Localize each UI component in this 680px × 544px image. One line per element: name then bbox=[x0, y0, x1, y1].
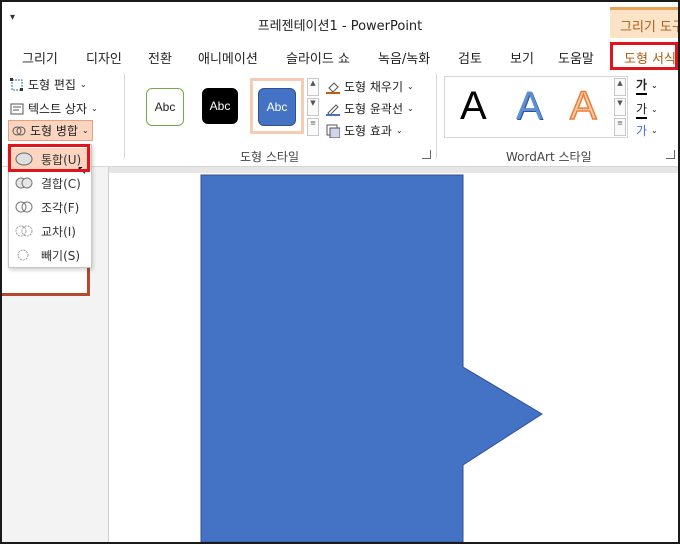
tab-slideshow[interactable]: 슬라이드 쇼 bbox=[286, 48, 350, 67]
group-separator bbox=[124, 74, 125, 158]
combine-icon bbox=[15, 176, 33, 190]
merge-shapes-label: 도형 병합 bbox=[30, 124, 78, 138]
window-title: 프레젠테이션1 - PowerPoint bbox=[257, 19, 423, 34]
text-effects-glyph: 가 bbox=[636, 124, 648, 138]
highlight-shape-format-tab bbox=[610, 42, 678, 70]
wordart-scroll-up[interactable]: ▲ bbox=[614, 78, 626, 96]
menu-item-intersect[interactable]: 교차(I) bbox=[9, 220, 91, 242]
chevron-down-icon: ⌄ bbox=[81, 126, 89, 135]
menu-item-label: 교차(I) bbox=[41, 224, 76, 239]
blue-shape bbox=[200, 174, 543, 542]
shape-style-outline[interactable]: Abc bbox=[146, 88, 184, 126]
chevron-down-icon: ⌄ bbox=[651, 81, 658, 90]
text-box-label: 텍스트 상자 bbox=[28, 102, 88, 116]
tab-review[interactable]: 검토 bbox=[458, 48, 482, 67]
paint-bucket-icon bbox=[326, 80, 340, 94]
text-box-button[interactable]: 텍스트 상자 ⌄ bbox=[10, 100, 98, 117]
chevron-down-icon: ⌄ bbox=[407, 104, 414, 113]
gallery-scroll-down[interactable]: ▼ bbox=[307, 98, 319, 116]
ribbon: 도형 편집 ⌄ 텍스트 상자 ⌄ 도형 병합 ⌄ Abc Abc Abc ▲ ▼… bbox=[2, 70, 678, 167]
menu-item-label: 조각(F) bbox=[41, 200, 80, 215]
highlight-union-item bbox=[8, 144, 90, 172]
shape-styles-group-label: 도형 스타일 bbox=[240, 150, 300, 164]
slide[interactable] bbox=[109, 173, 678, 542]
shape-fill-label: 도형 채우기 bbox=[344, 80, 404, 94]
menu-item-subtract[interactable]: 빼기(S) bbox=[9, 244, 91, 266]
edit-shape-button[interactable]: 도형 편집 ⌄ bbox=[10, 76, 87, 93]
wordart-style-orange[interactable]: A bbox=[569, 83, 597, 129]
wordart-scroll-down[interactable]: ▼ bbox=[614, 98, 626, 116]
shape-effects-button[interactable]: 도형 효과 ⌄ bbox=[326, 122, 403, 139]
chevron-down-icon: ⌄ bbox=[651, 105, 658, 114]
chevron-down-icon: ⌄ bbox=[407, 82, 414, 91]
tab-transitions[interactable]: 전환 bbox=[148, 48, 172, 67]
merge-shapes-button[interactable]: 도형 병합 ⌄ bbox=[8, 120, 93, 141]
slide-canvas bbox=[109, 167, 678, 542]
title-bar: ▾ 프레젠테이션1 - PowerPoint 그리기 도구 bbox=[2, 2, 678, 38]
gallery-scroll-up[interactable]: ▲ bbox=[307, 78, 319, 96]
tab-help[interactable]: 도움말 bbox=[558, 48, 594, 67]
shape-fill-button[interactable]: 도형 채우기 ⌄ bbox=[326, 78, 414, 95]
shape-style-blue[interactable]: Abc bbox=[258, 88, 296, 126]
edit-points-icon bbox=[10, 77, 24, 92]
tab-recording[interactable]: 녹음/녹화 bbox=[378, 48, 430, 67]
fragment-icon bbox=[15, 200, 33, 214]
wordart-style-black[interactable]: A bbox=[460, 84, 487, 129]
chevron-down-icon: ⌄ bbox=[79, 80, 87, 89]
dialog-launcher-icon[interactable] bbox=[666, 150, 675, 159]
chevron-down-icon: ⌄ bbox=[91, 104, 98, 113]
pen-icon bbox=[326, 102, 340, 116]
wordart-style-blue[interactable]: A bbox=[516, 84, 543, 129]
menu-item-fragment[interactable]: 조각(F) bbox=[9, 196, 91, 218]
wordart-more[interactable]: ≡ bbox=[614, 118, 626, 136]
shape-outline-label: 도형 윤곽선 bbox=[344, 102, 404, 116]
ribbon-tabs: 그리기 디자인 전환 애니메이션 슬라이드 쇼 녹음/녹화 검토 보기 도움말 … bbox=[2, 38, 678, 70]
tab-view[interactable]: 보기 bbox=[510, 48, 534, 67]
merge-shapes-icon bbox=[12, 124, 26, 138]
wordart-group-label: WordArt 스타일 bbox=[506, 150, 592, 164]
text-outline-button[interactable]: 가 ⌄ bbox=[636, 100, 658, 119]
edit-shape-label: 도형 편집 bbox=[28, 78, 76, 92]
shape-outline-button[interactable]: 도형 윤곽선 ⌄ bbox=[326, 100, 414, 117]
merged-shape-svg bbox=[200, 174, 543, 542]
gallery-more[interactable]: ≡ bbox=[307, 118, 319, 136]
dialog-launcher-icon[interactable] bbox=[422, 150, 431, 159]
chevron-down-icon: ⌄ bbox=[395, 126, 403, 135]
text-box-icon bbox=[10, 102, 24, 116]
menu-item-label: 빼기(S) bbox=[41, 248, 81, 263]
group-separator bbox=[436, 74, 437, 158]
app-window: ▾ 프레젠테이션1 - PowerPoint 그리기 도구 그리기 디자인 전환… bbox=[0, 0, 680, 544]
tab-design[interactable]: 디자인 bbox=[86, 48, 122, 67]
effects-icon bbox=[326, 124, 341, 138]
tab-draw[interactable]: 그리기 bbox=[22, 48, 58, 67]
chevron-down-icon: ⌄ bbox=[651, 126, 658, 135]
text-fill-button[interactable]: 가 ⌄ bbox=[636, 76, 658, 95]
text-outline-glyph: 가 bbox=[636, 100, 648, 119]
text-effects-button[interactable]: 가 ⌄ bbox=[636, 122, 658, 139]
intersect-icon bbox=[15, 224, 33, 238]
tab-animations[interactable]: 애니메이션 bbox=[198, 48, 258, 67]
menu-item-label: 결합(C) bbox=[41, 176, 81, 191]
subtract-icon bbox=[15, 248, 33, 262]
shape-style-black[interactable]: Abc bbox=[202, 88, 238, 124]
context-tab-group-header: 그리기 도구 bbox=[610, 7, 678, 38]
shape-effects-label: 도형 효과 bbox=[344, 124, 392, 138]
text-fill-glyph: 가 bbox=[636, 76, 648, 95]
